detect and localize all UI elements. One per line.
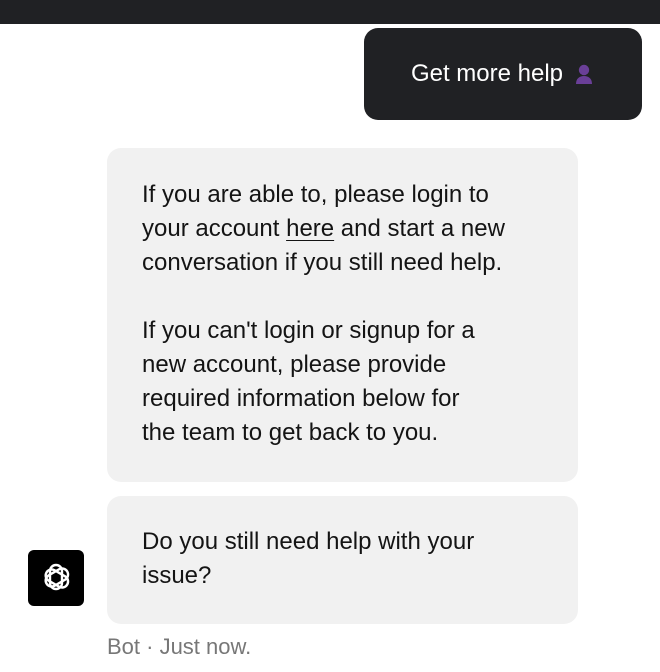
bot-message-bubble: If you are able to, please login to your… [107, 148, 578, 482]
user-message-bubble: Get more help [364, 28, 642, 120]
bot-question-bubble: Do you still need help with your issue? [107, 496, 578, 624]
openai-logo-icon [44, 563, 70, 591]
user-message-text: Get more help [410, 60, 564, 87]
bot-message-paragraph: If you can't login or signup for a new a… [142, 317, 475, 446]
bot-message-paragraph: If you are able to, please login to your… [142, 178, 544, 280]
bot-question-text: Do you still need help with your issue? [142, 528, 475, 589]
login-here-link[interactable]: here [286, 215, 334, 242]
person-icon [576, 64, 593, 84]
top-bar [0, 0, 660, 24]
message-meta: Bot · Just now. [107, 634, 252, 659]
bot-avatar [28, 550, 84, 606]
